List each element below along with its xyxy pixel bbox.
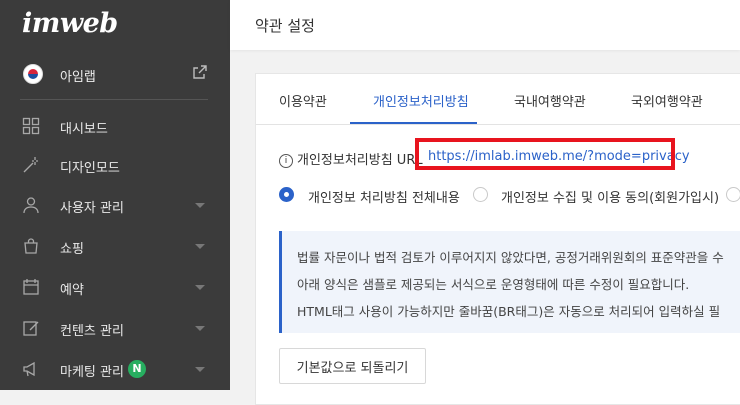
user-icon (22, 196, 42, 216)
sidebar-item-content-management[interactable]: 컨텐츠 관리 (0, 309, 230, 349)
sidebar-item-reservation[interactable]: 예약 (0, 268, 230, 308)
imweb-logo[interactable]: imweb (22, 8, 118, 39)
sidebar-divider (20, 99, 208, 100)
page-title: 약관 설정 (255, 17, 315, 35)
sidebar-item-label: 대시보드 (60, 122, 108, 137)
active-tab-indicator (350, 122, 477, 124)
korea-flag-icon (23, 64, 43, 84)
radio-next-option[interactable] (726, 187, 740, 202)
info-icon: i (279, 154, 293, 168)
terms-settings-card: 이용약관 개인정보처리방침 국내여행약관 국외여행약관 i 개인정보처리방침 UR… (255, 73, 740, 405)
notice-box: 법률 자문이나 법적 검토가 이루어지지 않았다면, 공정거래위원회의 표준약관… (279, 231, 740, 333)
edit-icon (22, 319, 42, 339)
notice-line: HTML태그 사용이 가능하지만 줄바꿈(BR태그)은 자동으로 처리되어 입력… (297, 304, 721, 319)
sidebar-item-label: 디자인모드 (60, 161, 120, 176)
sidebar-item-shopping[interactable]: 쇼핑 (0, 227, 230, 267)
radio-label: 개인정보 수집 및 이용 동의(회원가입시) (501, 191, 720, 206)
new-badge: N (128, 360, 146, 378)
shopping-bag-icon (22, 237, 42, 257)
sidebar: imweb 아임랩 대시보드 디자인모드 사용자 관리 쇼핑 예약 컨텐츠 관리… (0, 0, 230, 390)
terms-tabs: 이용약관 개인정보처리방침 국내여행약관 국외여행약관 (256, 74, 740, 125)
highlight-box (415, 138, 675, 170)
chevron-down-icon (195, 367, 205, 372)
radio-privacy-full[interactable] (279, 187, 294, 202)
privacy-url-label: 개인정보처리방침 URL (297, 153, 423, 168)
privacy-url-label-row: i 개인정보처리방침 URL (279, 149, 423, 168)
sidebar-item-label: 쇼핑 (60, 242, 84, 257)
sidebar-item-dashboard[interactable]: 대시보드 (0, 107, 230, 147)
calendar-icon (22, 278, 42, 298)
megaphone-icon (22, 360, 42, 380)
site-selector[interactable]: 아임랩 (0, 52, 230, 96)
radio-label: 개인정보 처리방침 전체내용 (308, 191, 460, 206)
chevron-down-icon (195, 244, 205, 249)
chevron-down-icon (195, 285, 205, 290)
chevron-down-icon (195, 326, 205, 331)
tab-overseas-travel-terms[interactable]: 국외여행약관 (631, 91, 703, 110)
sidebar-item-label: 예약 (60, 283, 84, 298)
notice-line: 법률 자문이나 법적 검토가 이루어지지 않았다면, 공정거래위원회의 표준약관… (297, 250, 724, 265)
dashboard-icon (22, 117, 42, 137)
sidebar-item-label: 컨텐츠 관리 (60, 324, 124, 339)
sidebar-item-marketing-management[interactable]: 마케팅 관리 N (0, 350, 230, 390)
notice-line: 아래 양식은 샘플로 제공되는 서식으로 운영형태에 따른 수정이 필요합니다. (297, 277, 690, 292)
sidebar-item-design-mode[interactable]: 디자인모드 (0, 146, 230, 186)
sidebar-item-label: 마케팅 관리 (60, 365, 124, 380)
sidebar-item-label: 사용자 관리 (60, 201, 124, 216)
tab-terms-of-use[interactable]: 이용약관 (279, 91, 327, 110)
tab-privacy-policy[interactable]: 개인정보처리방침 (373, 91, 469, 110)
magic-wand-icon (22, 156, 42, 176)
radio-privacy-signup-consent[interactable] (473, 187, 488, 202)
page-header: 약관 설정 (230, 0, 740, 50)
external-link-icon[interactable] (192, 64, 210, 82)
sidebar-item-user-management[interactable]: 사용자 관리 (0, 186, 230, 226)
site-name: 아임랩 (60, 70, 96, 85)
tab-domestic-travel-terms[interactable]: 국내여행약관 (514, 91, 586, 110)
chevron-down-icon (195, 203, 205, 208)
reset-to-default-button[interactable]: 기본값으로 되돌리기 (279, 348, 426, 384)
